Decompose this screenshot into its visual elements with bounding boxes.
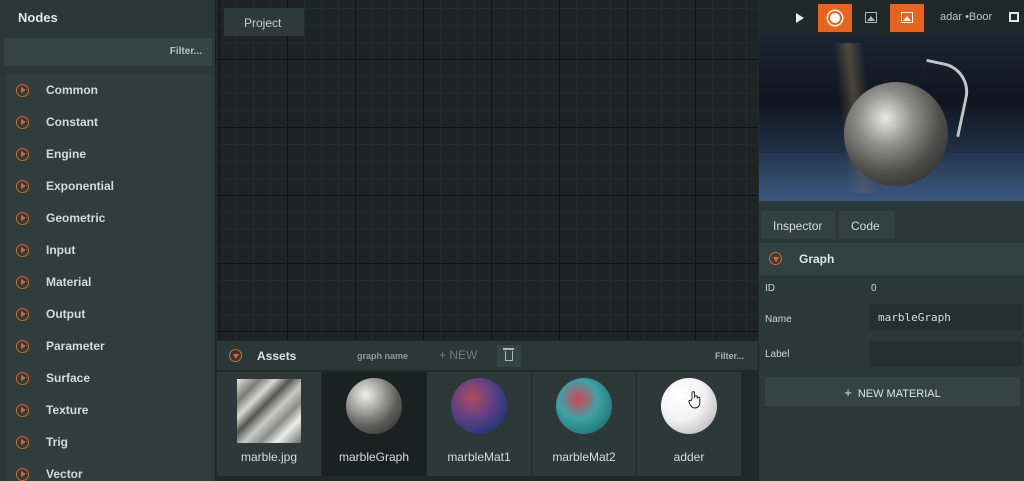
new-material-button[interactable]: + NEW MATERIAL: [765, 377, 1020, 406]
label-label: Label: [765, 349, 790, 360]
node-category-input[interactable]: Input: [6, 234, 212, 266]
assets-grid: marble.jpg marbleGraph marbleMat1 marble…: [217, 370, 758, 481]
fullscreen-icon[interactable]: [1009, 12, 1019, 22]
node-category-constant[interactable]: Constant: [6, 106, 212, 138]
node-category-output[interactable]: Output: [6, 298, 212, 330]
nodes-filter-input[interactable]: Filter...: [4, 38, 212, 66]
node-category-label: Vector: [46, 467, 83, 481]
tab-project[interactable]: Project: [224, 8, 304, 36]
node-category-label: Surface: [46, 371, 91, 385]
image-icon: [865, 12, 877, 23]
expand-arrow-icon: [16, 147, 29, 161]
preview-handle: [912, 58, 974, 138]
assets-toolbar: Assets graph name + NEW Filter...: [217, 340, 758, 370]
material-sphere-thumbnail: [556, 378, 612, 434]
expand-arrow-icon: [16, 275, 29, 289]
preview-toolbar: adar •Boor: [759, 0, 1024, 35]
plus-icon: +: [844, 385, 852, 400]
tab-inspector[interactable]: Inspector: [761, 211, 835, 239]
background-toggle-button[interactable]: [854, 4, 888, 32]
new-asset-label: NEW: [449, 348, 478, 362]
asset-item-marble-mat2[interactable]: marbleMat2: [532, 372, 636, 476]
node-category-label: Common: [46, 83, 98, 97]
3d-preview-viewport[interactable]: [759, 35, 1024, 201]
expand-arrow-icon: [16, 467, 29, 481]
delete-asset-button[interactable]: [497, 345, 521, 367]
tab-code[interactable]: Code: [839, 211, 895, 239]
expand-arrow-icon: [16, 211, 29, 225]
node-category-label: Trig: [46, 435, 69, 449]
node-category-material[interactable]: Material: [6, 266, 212, 298]
node-category-label: Constant: [46, 115, 98, 129]
node-category-texture[interactable]: Texture: [6, 394, 212, 426]
graph-section-header[interactable]: Graph: [759, 243, 1024, 275]
nodes-panel: Nodes Filter... Common Constant Engine E…: [0, 0, 216, 481]
node-category-label: Input: [46, 243, 76, 257]
expand-arrow-icon: [16, 307, 29, 321]
image-icon: [901, 12, 913, 23]
node-category-label: Texture: [46, 403, 89, 417]
trash-icon: [503, 348, 514, 361]
node-category-label: Exponential: [46, 179, 115, 193]
expand-arrow-icon: [16, 115, 29, 129]
node-category-label: Output: [46, 307, 86, 321]
hand-cursor-icon: [688, 391, 701, 409]
id-value: 0: [871, 283, 877, 294]
material-sphere-thumbnail: [451, 378, 507, 434]
node-category-surface[interactable]: Surface: [6, 362, 212, 394]
node-category-vector[interactable]: Vector: [6, 458, 212, 481]
node-category-common[interactable]: Common: [6, 74, 212, 106]
expand-arrow-icon: [16, 339, 29, 353]
id-label: ID: [765, 283, 775, 294]
assets-filter-input[interactable]: Filter...: [715, 351, 744, 361]
expand-arrow-icon: [16, 435, 29, 449]
environment-toggle-button[interactable]: [890, 4, 924, 32]
expand-arrow-icon: [16, 179, 29, 193]
node-category-engine[interactable]: Engine: [6, 138, 212, 170]
new-material-label: NEW MATERIAL: [857, 388, 941, 400]
expand-arrow-icon: [16, 371, 29, 385]
plus-icon: +: [439, 348, 450, 362]
scene-name: adar •Boor: [940, 11, 993, 23]
lighting-toggle-button[interactable]: [818, 4, 852, 32]
node-category-label: Parameter: [46, 339, 105, 353]
asset-item-marble-jpg[interactable]: marble.jpg: [217, 372, 321, 476]
node-category-list: Common Constant Engine Exponential Geome…: [6, 74, 212, 481]
asset-label: marble.jpg: [240, 450, 298, 464]
asset-label: marbleGraph: [338, 450, 410, 464]
asset-item-marble-mat1[interactable]: marbleMat1: [427, 372, 531, 476]
expand-arrow-icon: [16, 403, 29, 417]
expand-arrow-icon: [16, 243, 29, 257]
asset-label: marbleMat1: [447, 450, 511, 464]
node-category-label: Geometric: [46, 211, 106, 225]
collapse-arrow-icon[interactable]: [229, 349, 242, 362]
material-sphere-thumbnail: [346, 378, 402, 434]
sun-icon: [830, 13, 840, 23]
asset-label: marbleMat2: [552, 450, 616, 464]
asset-item-marble-graph[interactable]: marbleGraph: [322, 372, 426, 476]
assets-title: Assets: [257, 349, 297, 363]
node-category-label: Material: [46, 275, 92, 289]
asset-item-adder[interactable]: adder: [637, 372, 741, 476]
section-title: Graph: [799, 252, 835, 266]
nodes-title: Nodes: [18, 10, 58, 25]
node-category-parameter[interactable]: Parameter: [6, 330, 212, 362]
name-label: Name: [765, 314, 792, 325]
node-category-exponential[interactable]: Exponential: [6, 170, 212, 202]
node-category-label: Engine: [46, 147, 87, 161]
graph-name-input[interactable]: graph name: [357, 351, 408, 361]
label-field[interactable]: [870, 341, 1022, 367]
name-field[interactable]: marbleGraph: [870, 304, 1022, 330]
texture-thumbnail: [237, 379, 301, 443]
new-asset-button[interactable]: + NEW: [439, 348, 477, 362]
graph-canvas[interactable]: [217, 0, 758, 340]
inspector-tabs: Inspector Code: [759, 207, 1024, 241]
node-category-trig[interactable]: Trig: [6, 426, 212, 458]
collapse-arrow-icon: [769, 252, 782, 265]
play-icon[interactable]: [796, 13, 804, 23]
node-category-geometric[interactable]: Geometric: [6, 202, 212, 234]
expand-arrow-icon: [16, 83, 29, 97]
asset-label: adder: [673, 450, 705, 464]
